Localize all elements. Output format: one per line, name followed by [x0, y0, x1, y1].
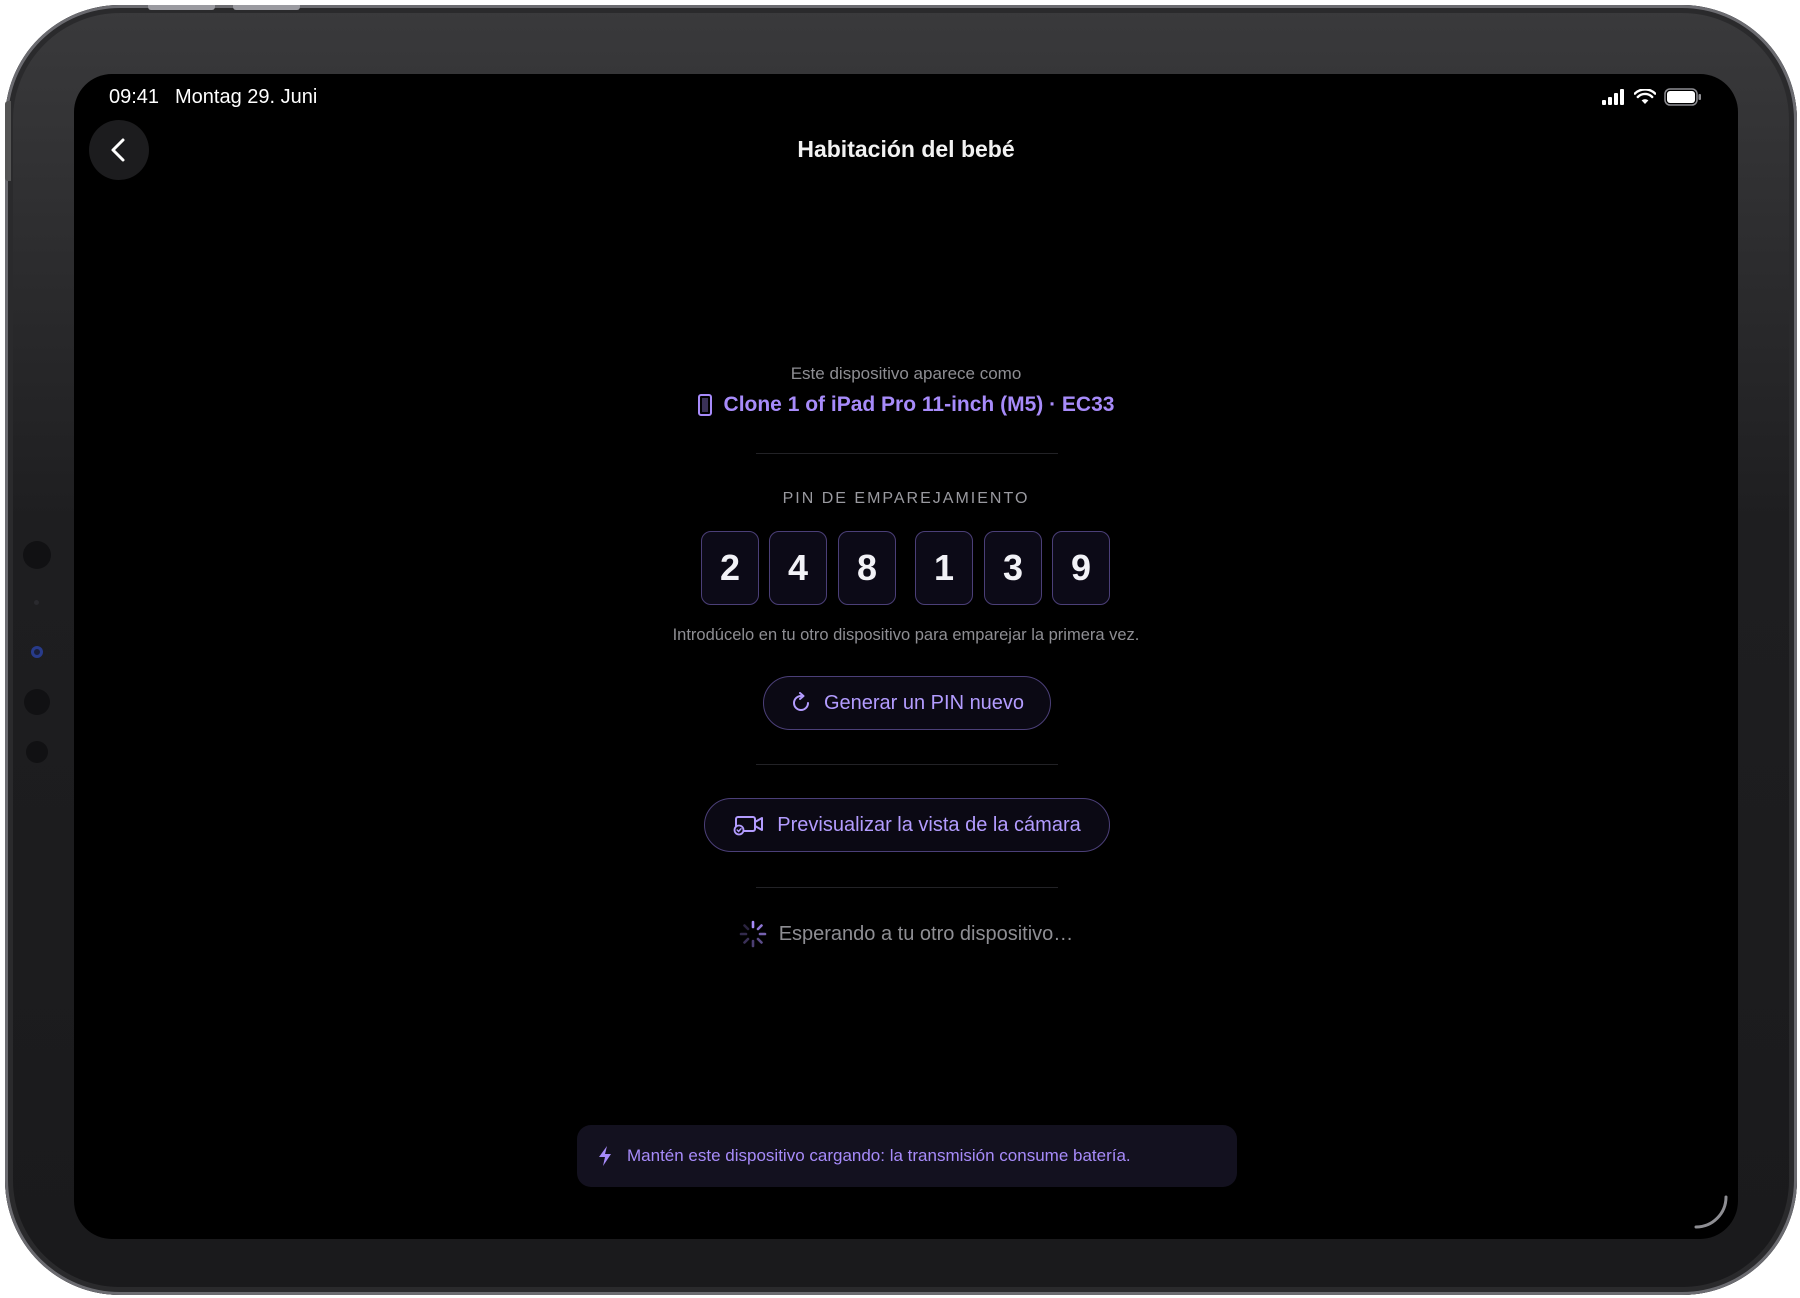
charging-banner-text: Mantén este dispositivo cargando: la tra…: [627, 1146, 1131, 1165]
pin-digit: 4: [769, 531, 827, 605]
device-caption: Este dispositivo aparece como: [790, 364, 1022, 383]
ipad-frame: 09:41 Montag 29. Juni Habitación del beb…: [5, 5, 1797, 1295]
bezel-sensor: [34, 600, 39, 605]
device-name: Clone 1 of iPad Pro 11-inch (M5) · EC33: [723, 393, 1115, 416]
generate-pin-label: Generar un PIN nuevo: [823, 691, 1025, 714]
waiting-status: Esperando a tu otro dispositivo…: [74, 920, 1738, 948]
refresh-icon: [792, 692, 809, 711]
camera-preview-icon: [733, 816, 764, 836]
top-button: [148, 5, 215, 10]
pin-digit: 8: [838, 531, 896, 605]
bolt-icon: [599, 1146, 611, 1166]
pin-digit: 9: [1052, 531, 1110, 605]
pin-digit: 1: [915, 531, 973, 605]
top-button: [233, 5, 300, 10]
spinner-icon: [739, 920, 766, 948]
cellular-signal-icon: [1602, 89, 1624, 105]
device-name-row: Clone 1 of iPad Pro 11-inch (M5) · EC33: [74, 393, 1738, 417]
pin-digit: 2: [701, 531, 759, 605]
bezel-sensor: [24, 689, 50, 715]
divider: [756, 887, 1058, 888]
pin-digit: 3: [984, 531, 1042, 605]
preview-camera-button[interactable]: Previsualizar la vista de la cámara: [704, 798, 1110, 852]
pin-label: PIN DE EMPAREJAMIENTO: [782, 490, 1030, 507]
front-camera: [31, 646, 43, 658]
charging-banner: Mantén este dispositivo cargando: la tra…: [577, 1125, 1237, 1187]
bezel-sensor: [26, 741, 48, 763]
preview-camera-label: Previsualizar la vista de la cámara: [777, 813, 1081, 836]
side-button: [5, 101, 11, 181]
resize-corner-indicator: [1694, 1195, 1728, 1229]
divider: [756, 764, 1058, 765]
page-title: Habitación del bebé: [797, 136, 1015, 162]
status-date: Montag 29. Juni: [175, 86, 318, 108]
generate-pin-button[interactable]: Generar un PIN nuevo: [763, 676, 1051, 730]
status-icons: [1602, 88, 1702, 106]
ipad-icon: [697, 394, 712, 416]
wifi-icon: [1634, 89, 1656, 104]
divider: [756, 453, 1058, 454]
screen: 09:41 Montag 29. Juni Habitación del beb…: [74, 74, 1738, 1239]
status-bar: 09:41 Montag 29. Juni: [109, 86, 1702, 112]
pin-hint: Introdúcelo en tu otro dispositivo para …: [672, 626, 1140, 644]
battery-icon: [1664, 88, 1701, 106]
waiting-text: Esperando a tu otro dispositivo…: [778, 922, 1074, 945]
status-time: 09:41: [109, 86, 160, 108]
bezel-sensor: [23, 541, 51, 569]
